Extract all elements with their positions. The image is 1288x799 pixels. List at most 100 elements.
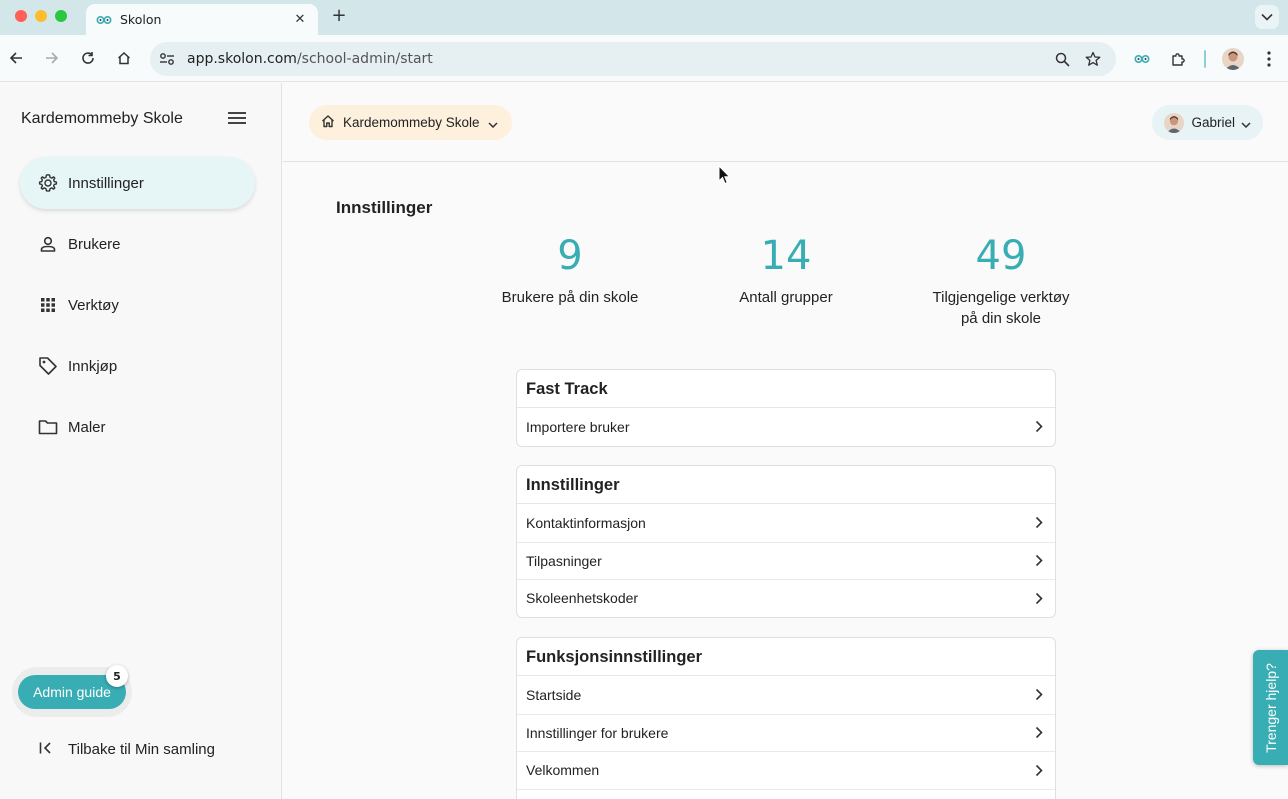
extensions-puzzle-icon[interactable] (1168, 48, 1190, 70)
stat-tools: 49 Tilgjengelige verktøy på din skole (901, 230, 1101, 329)
url-text: app.skolon.com/school-admin/start (187, 51, 433, 67)
card-fast-track: Fast Track Importere bruker (516, 369, 1056, 447)
list-item-importere-bruker[interactable]: Importere bruker (517, 408, 1055, 446)
skolon-extension-icon[interactable] (1131, 48, 1153, 70)
back-arrow-icon[interactable] (6, 48, 26, 68)
bookmark-star-icon[interactable] (1084, 50, 1102, 68)
tab-close-icon[interactable]: ✕ (292, 12, 308, 27)
close-window-button[interactable] (15, 10, 27, 22)
browser-tab[interactable]: Skolon ✕ (86, 4, 318, 35)
list-item-label: Kontaktinformasjon (526, 514, 646, 531)
list-item-label: Importere bruker (526, 418, 630, 435)
stat-value: 9 (557, 233, 583, 279)
browser-menu-icon[interactable] (1258, 48, 1280, 70)
person-icon (38, 234, 58, 254)
help-tab-button[interactable]: Trenger hjelp? (1253, 650, 1288, 765)
stat-value: 49 (975, 233, 1027, 279)
minimize-window-button[interactable] (35, 10, 47, 22)
school-selector[interactable]: Kardemommeby Skole (309, 105, 512, 140)
reload-icon[interactable] (78, 48, 98, 68)
list-item-label: Startside (526, 686, 582, 703)
home-icon[interactable] (114, 48, 134, 68)
browser-profile-avatar[interactable] (1222, 48, 1244, 70)
site-settings-icon[interactable] (158, 50, 176, 68)
browser-tab-bar: Skolon ✕ + (0, 0, 1288, 35)
page-title: Innstillinger (336, 198, 433, 217)
sidebar-item-maler[interactable]: Maler (20, 401, 255, 453)
sidebar-item-label: Innstillinger (68, 174, 144, 192)
sidebar-item-label: Brukere (68, 235, 121, 253)
chevron-down-icon (1261, 13, 1273, 21)
school-selector-label: Kardemommeby Skole (343, 115, 480, 130)
tab-title: Skolon (120, 12, 162, 27)
stat-users: 9 Brukere på din skole (470, 230, 670, 308)
address-bar[interactable]: app.skolon.com/school-admin/start (150, 42, 1116, 76)
back-link-label: Tilbake til Min samling (68, 741, 215, 758)
maximize-window-button[interactable] (55, 10, 67, 22)
sidebar: Kardemommeby Skole Innstillinger Brukere… (0, 83, 282, 799)
home-icon (321, 113, 335, 132)
admin-guide-badge: 5 (106, 665, 128, 687)
list-item-tilpasninger[interactable]: Tilpasninger (517, 541, 1055, 580)
chevron-right-icon (1032, 591, 1046, 605)
sidebar-item-innstillinger[interactable]: Innstillinger (20, 157, 255, 209)
url-host: app.skolon.com (187, 51, 297, 67)
chevron-right-icon (1032, 763, 1046, 777)
list-item-kontaktinformasjon[interactable]: Kontaktinformasjon (517, 504, 1055, 542)
apps-grid-icon (38, 295, 58, 315)
stat-label: Antall grupper (739, 289, 833, 306)
sidebar-item-innkjop[interactable]: Innkjøp (20, 340, 255, 392)
tab-search-button[interactable] (1255, 5, 1279, 29)
toolbar-divider (1204, 50, 1206, 68)
card-title: Funksjonsinnstillinger (517, 638, 1055, 676)
chevron-down-icon (488, 113, 498, 132)
sidebar-item-label: Verktøy (68, 296, 119, 314)
card-funksjonsinnstillinger: Funksjonsinnstillinger Startside Innstil… (516, 637, 1056, 799)
tag-icon (38, 356, 58, 376)
list-item[interactable] (517, 788, 1055, 799)
gear-icon (38, 173, 58, 193)
folder-icon (38, 417, 58, 437)
mouse-cursor-icon (718, 165, 731, 185)
avatar (1164, 112, 1185, 133)
chevron-right-icon (1032, 688, 1046, 702)
zoom-icon[interactable] (1053, 50, 1071, 68)
sidebar-school-name: Kardemommeby Skole (21, 110, 183, 127)
help-tab-label: Trenger hjelp? (1262, 662, 1279, 753)
collapse-left-icon (38, 740, 54, 759)
card-title: Fast Track (517, 370, 1055, 408)
chevron-right-icon (1032, 554, 1046, 568)
sidebar-item-label: Maler (68, 418, 106, 436)
list-item-innstillinger-for-brukere[interactable]: Innstillinger for brukere (517, 713, 1055, 752)
chevron-down-icon (1241, 113, 1251, 132)
top-bar: Kardemommeby Skole Gabriel (283, 83, 1288, 162)
list-item-velkommen[interactable]: Velkommen (517, 751, 1055, 789)
browser-toolbar: app.skolon.com/school-admin/start (0, 35, 1288, 82)
stat-label: Brukere på din skole (501, 289, 639, 306)
url-path: /school-admin/start (296, 51, 433, 67)
list-item-label: Tilpasninger (526, 552, 602, 569)
sidebar-item-label: Innkjøp (68, 357, 118, 375)
card-title: Innstillinger (517, 466, 1055, 504)
forward-arrow-icon[interactable] (42, 48, 62, 68)
chevron-right-icon (1032, 516, 1046, 530)
stat-groups: 14 Antall grupper (686, 230, 886, 308)
chevron-right-icon (1032, 726, 1046, 740)
stat-label: Tilgjengelige verktøy på din skole (932, 289, 1070, 327)
card-innstillinger: Innstillinger Kontaktinformasjon Tilpasn… (516, 465, 1056, 618)
skolon-favicon-icon (96, 12, 112, 28)
stat-value: 14 (760, 233, 812, 279)
list-item-label: Skoleenhetskoder (526, 590, 639, 607)
back-to-collection-link[interactable]: Tilbake til Min samling (38, 740, 215, 759)
chevron-right-icon (1032, 420, 1046, 434)
list-item-label: Velkommen (526, 762, 600, 779)
new-tab-button[interactable]: + (329, 6, 349, 26)
user-menu[interactable]: Gabriel (1152, 105, 1263, 140)
list-item-label: Innstillinger for brukere (526, 724, 669, 741)
sidebar-item-brukere[interactable]: Brukere (20, 218, 255, 270)
hamburger-menu-icon[interactable] (227, 110, 247, 128)
user-name: Gabriel (1191, 115, 1235, 130)
list-item-startside[interactable]: Startside (517, 676, 1055, 714)
list-item-skoleenhetskoder[interactable]: Skoleenhetskoder (517, 579, 1055, 617)
sidebar-item-verktoy[interactable]: Verktøy (20, 279, 255, 331)
